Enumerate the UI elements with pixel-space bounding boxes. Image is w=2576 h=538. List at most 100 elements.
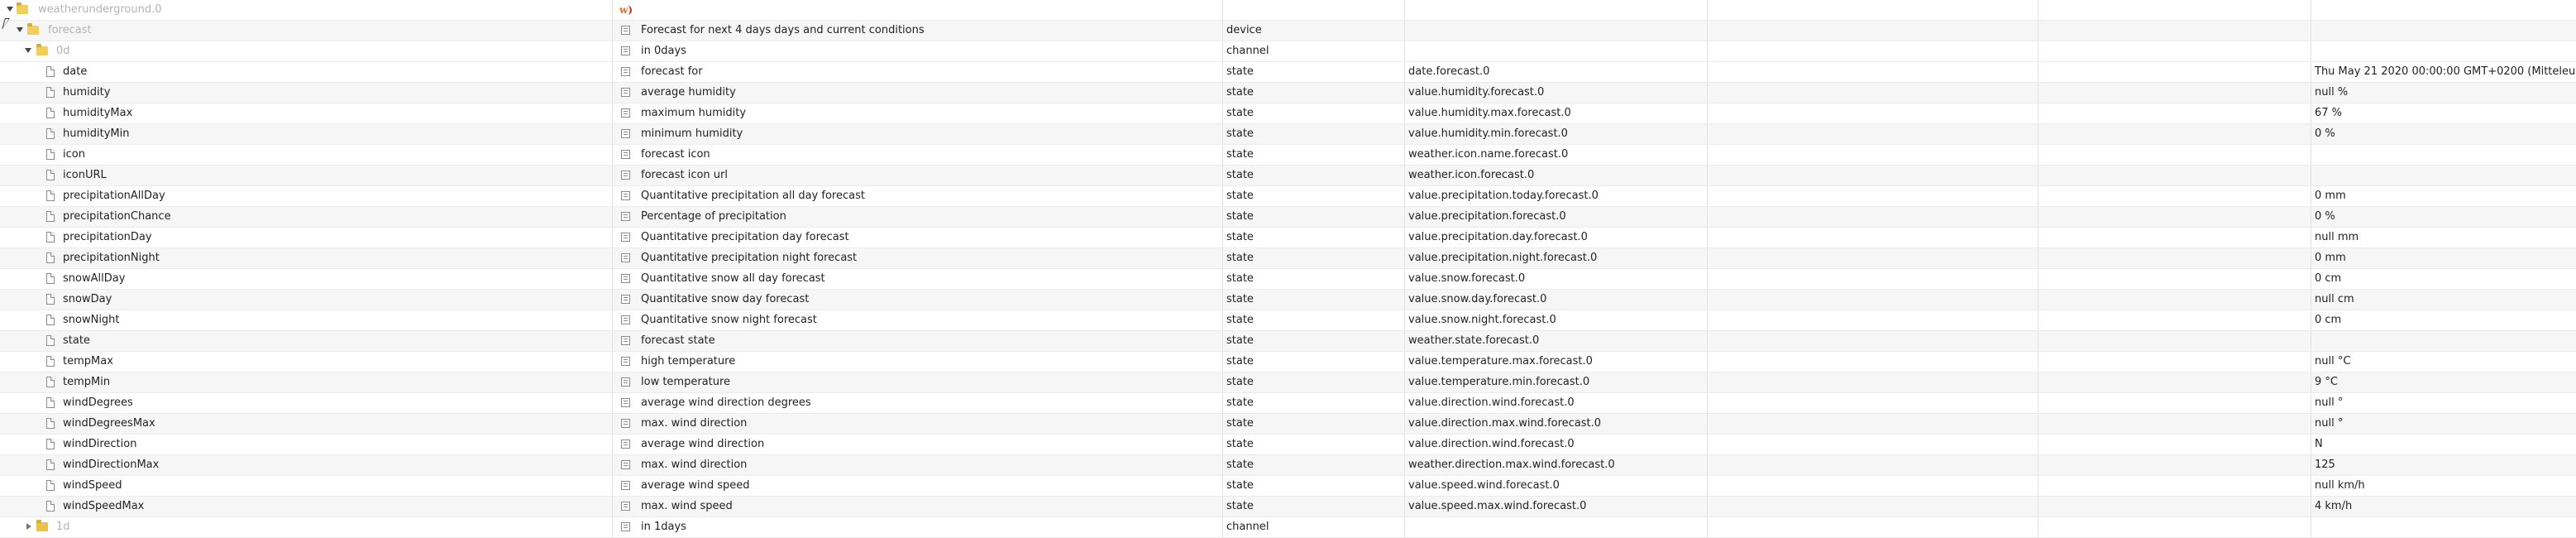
description-icon	[621, 191, 630, 200]
tree-row-state[interactable]: tempMin low temperature state value.tempera…	[0, 372, 2576, 393]
tree-row-channel-0d[interactable]: 0d in 0days channel	[0, 41, 2576, 62]
value-cell[interactable]: 0 mm	[2311, 248, 2576, 268]
tree-row-state[interactable]: snowDay Quantitative snow day forecast sta…	[0, 290, 2576, 310]
value-cell[interactable]: 0 cm	[2311, 269, 2576, 289]
description-text: forecast icon url	[641, 169, 728, 181]
value-cell[interactable]: null %	[2311, 83, 2576, 103]
tree-row-state[interactable]: state forecast state state weather.state.fo…	[0, 331, 2576, 352]
type-cell: state	[1222, 435, 1404, 454]
type-cell: state	[1222, 166, 1404, 185]
tree-row-state[interactable]: windDegreesMax max. wind direction state va…	[0, 414, 2576, 435]
name-cell: date	[0, 62, 612, 82]
tree-row-adapter[interactable]: weatherunderground.0 w)	[0, 0, 2576, 21]
type-cell: state	[1222, 269, 1404, 289]
description-cell: Quantitative precipitation all day forec…	[612, 186, 1222, 206]
tree-row-state[interactable]: icon forecast icon state weather.icon.name.…	[0, 145, 2576, 166]
tree-row-state[interactable]: tempMax high temperature state value.temper…	[0, 352, 2576, 372]
expand-toggle-icon[interactable]	[25, 48, 31, 53]
value-cell[interactable]: N	[2311, 435, 2576, 454]
weatherunderground-logo-icon: w)	[619, 4, 633, 16]
state-name: humidityMax	[63, 107, 133, 119]
value-cell[interactable]: 67 %	[2311, 103, 2576, 123]
value-cell[interactable]: null °	[2311, 414, 2576, 434]
tree-row-channel-1d[interactable]: 1d in 1days channel	[0, 517, 2576, 538]
state-name: snowNight	[63, 314, 120, 326]
tree-row-state[interactable]: windSpeed average wind speed state value.sp…	[0, 476, 2576, 497]
tree-row-state[interactable]: precipitationAllDay Quantitative precipit…	[0, 186, 2576, 207]
description-icon	[621, 502, 630, 511]
state-name: precipitationNight	[63, 252, 160, 264]
description-cell: high temperature	[612, 352, 1222, 372]
role-cell	[1404, 517, 1707, 537]
device-name: forecast	[48, 24, 92, 36]
state-file-icon	[46, 66, 55, 77]
value-cell[interactable]: Thu May 21 2020 00:00:00 GMT+0200 (Mitte…	[2311, 62, 2576, 82]
description-icon	[621, 274, 630, 283]
name-cell: iconURL	[0, 166, 612, 185]
tree-row-state[interactable]: iconURL forecast icon url state weather.ico…	[0, 166, 2576, 186]
description-text: low temperature	[641, 376, 731, 388]
state-file-icon	[46, 335, 55, 346]
state-file-icon	[46, 190, 55, 201]
value-cell[interactable]	[2311, 331, 2576, 351]
value-cell[interactable]: null mm	[2311, 228, 2576, 247]
value-cell[interactable]: null °	[2311, 393, 2576, 413]
role-cell: weather.direction.max.wind.forecast.0	[1404, 455, 1707, 475]
tree-row-state[interactable]: humidityMin minimum humidity state value.hu…	[0, 124, 2576, 145]
name-cell: snowNight	[0, 310, 612, 330]
description-icon	[621, 233, 630, 242]
tree-row-forecast[interactable]: forecast Forecast for next 4 days days a…	[0, 21, 2576, 41]
type-cell: state	[1222, 124, 1404, 144]
state-file-icon	[46, 356, 55, 367]
state-name: humidity	[63, 86, 111, 98]
role-cell: value.humidity.forecast.0	[1404, 83, 1707, 103]
tree-row-state[interactable]: windSpeedMax max. wind speed state value.sp…	[0, 497, 2576, 517]
role-cell: value.speed.max.wind.forecast.0	[1404, 497, 1707, 516]
value-cell[interactable]	[2311, 166, 2576, 185]
collapse-toggle-icon[interactable]	[26, 523, 31, 530]
tree-row-state[interactable]: precipitationChance Percentage of precipi…	[0, 207, 2576, 228]
value-cell[interactable]: 0 %	[2311, 207, 2576, 227]
description-text: average wind direction	[641, 438, 765, 450]
value-cell[interactable]	[2311, 145, 2576, 165]
tree-row-state[interactable]: precipitationNight Quantitative precipita…	[0, 248, 2576, 269]
tree-row-state[interactable]: windDegrees average wind direction degree…	[0, 393, 2576, 414]
value-cell[interactable]: 4 km/h	[2311, 497, 2576, 516]
expand-toggle-icon[interactable]	[7, 7, 13, 12]
state-file-icon	[46, 252, 55, 263]
state-file-icon	[46, 480, 55, 491]
value-cell[interactable]: 9 °C	[2311, 372, 2576, 392]
state-name: windSpeedMax	[63, 500, 145, 512]
description-text: average wind direction degrees	[641, 396, 811, 409]
expand-toggle-icon[interactable]	[17, 27, 23, 32]
value-cell[interactable]: null °C	[2311, 352, 2576, 372]
type-cell: state	[1222, 62, 1404, 82]
value-cell[interactable]: null cm	[2311, 290, 2576, 310]
value-cell[interactable]: 125	[2311, 455, 2576, 475]
state-name: windSpeed	[63, 479, 122, 492]
state-file-icon	[46, 149, 55, 160]
tree-row-state[interactable]: date forecast for state date.forecast.0 Thu …	[0, 62, 2576, 83]
tree-row-state[interactable]: snowNight Quantitative snow night forecas…	[0, 310, 2576, 331]
tree-row-state[interactable]: humidityMax maximum humidity state value.hu…	[0, 103, 2576, 124]
tree-row-state[interactable]: windDirection average wind direction state…	[0, 435, 2576, 455]
state-name: iconURL	[63, 169, 107, 181]
value-cell	[2311, 517, 2576, 537]
description-cell: minimum humidity	[612, 124, 1222, 144]
tree-row-state[interactable]: snowAllDay Quantitative snow all day fore…	[0, 269, 2576, 290]
tree-row-state[interactable]: precipitationDay Quantitative precipitati…	[0, 228, 2576, 248]
value-cell[interactable]: null km/h	[2311, 476, 2576, 496]
description-cell: max. wind direction	[612, 455, 1222, 475]
state-name: windDegrees	[63, 396, 133, 409]
state-name: tempMax	[63, 355, 113, 367]
description-icon	[621, 357, 630, 366]
value-cell[interactable]: 0 cm	[2311, 310, 2576, 330]
name-cell: precipitationNight	[0, 248, 612, 268]
value-cell	[2311, 21, 2576, 41]
tree-row-state[interactable]: windDirectionMax max. wind direction state…	[0, 455, 2576, 476]
tree-row-state[interactable]: humidity average humidity state value.humid…	[0, 83, 2576, 103]
description-icon	[621, 377, 630, 387]
value-cell[interactable]: 0 mm	[2311, 186, 2576, 206]
description-cell: average wind direction degrees	[612, 393, 1222, 413]
value-cell[interactable]: 0 %	[2311, 124, 2576, 144]
